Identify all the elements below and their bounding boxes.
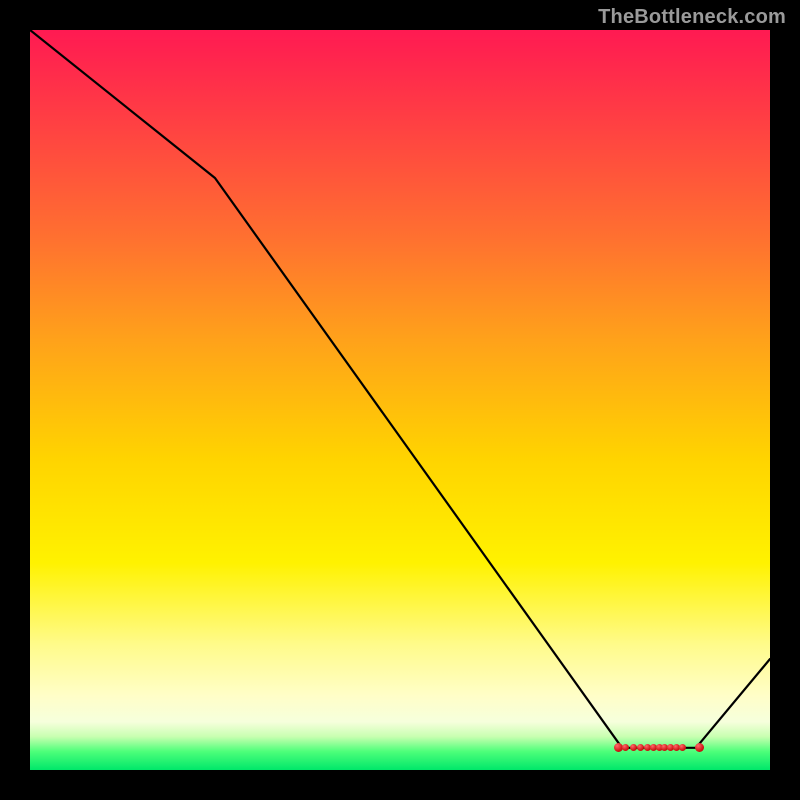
chart-root: TheBottleneck.com bbox=[0, 0, 800, 800]
marker-dot bbox=[637, 744, 644, 751]
marker-dot bbox=[679, 744, 686, 751]
attribution-label: TheBottleneck.com bbox=[598, 6, 786, 29]
marker-dot bbox=[622, 744, 629, 751]
plot-area bbox=[30, 30, 770, 770]
marker-dot bbox=[630, 744, 637, 751]
marker-dot bbox=[695, 743, 704, 752]
marker-cluster bbox=[30, 30, 770, 770]
